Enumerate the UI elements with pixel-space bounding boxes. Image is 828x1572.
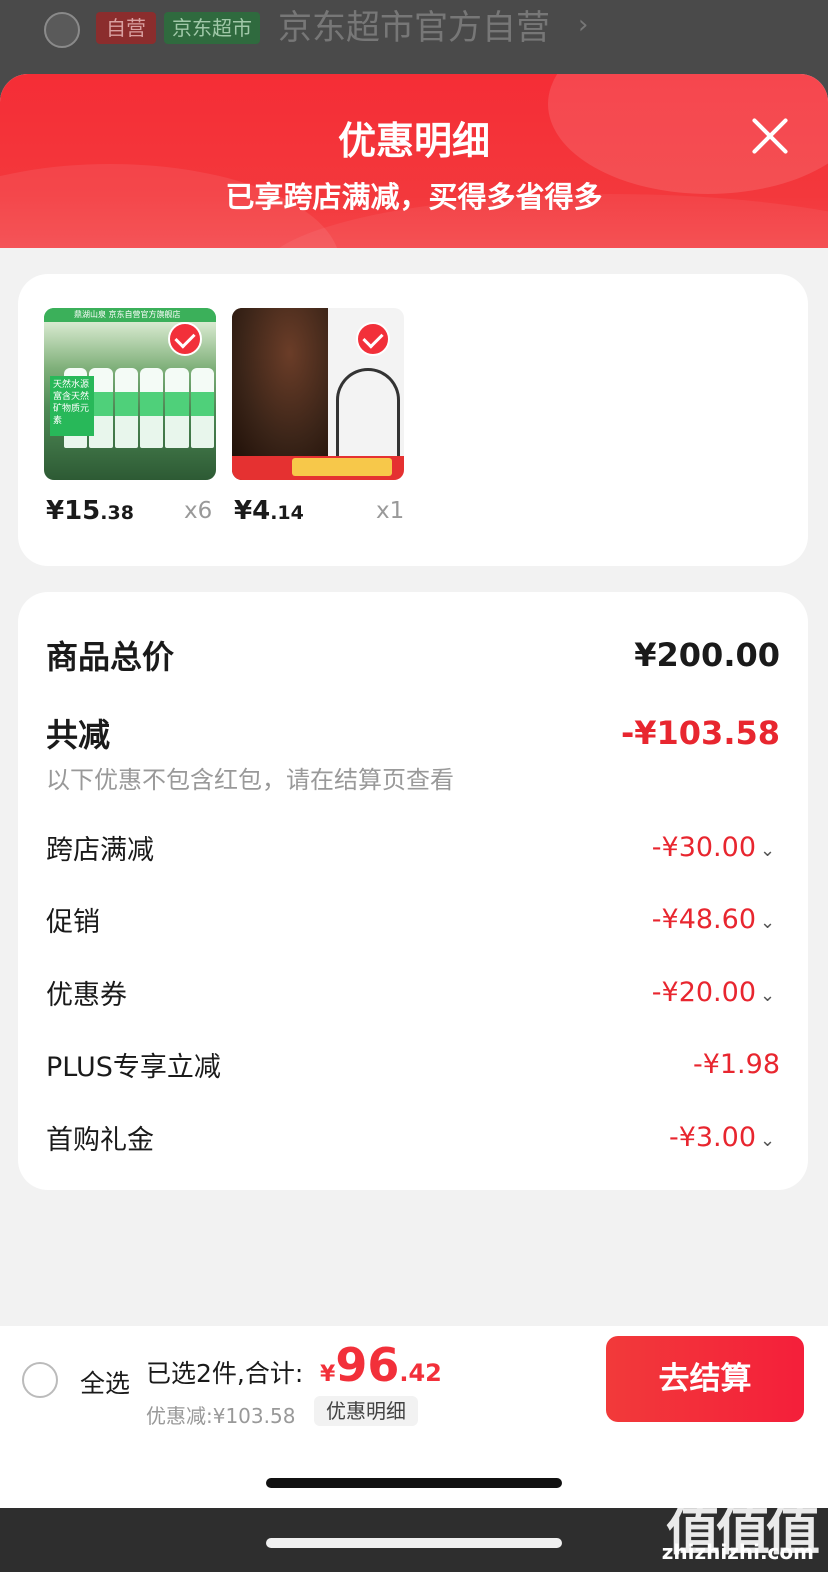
headband-graphic <box>336 368 400 468</box>
select-all-radio[interactable] <box>22 1362 58 1398</box>
discount-note: 以下优惠不包含红包，请在结算页查看 <box>46 766 454 794</box>
chevron-down-icon: ⌄ <box>760 840 776 861</box>
discount-value: -¥48.60 <box>651 904 756 935</box>
discount-label: PLUS专享立减 <box>46 1052 221 1083</box>
watermark-url: zhizhizhi.com <box>661 1540 814 1564</box>
product-banner: 鼎湖山泉 京东自营官方旗舰店 <box>44 308 216 322</box>
product-label: 天然水源 富含天然 矿物质元素 <box>50 376 94 436</box>
total-price-label: 商品总价 <box>46 638 175 676</box>
products-card: 鼎湖山泉 京东自营官方旗舰店 天然水源 富含天然 矿物质元素 ¥15.38 x6… <box>18 274 808 566</box>
price-detail-card: 商品总价 ¥200.00 共减 -¥103.58 以下优惠不包含红包，请在结算页… <box>18 592 808 1190</box>
chevron-down-icon: ⌄ <box>760 1130 776 1151</box>
supermarket-tag: 京东超市 <box>164 12 260 44</box>
total-reduction-row: 共减 -¥103.58 <box>46 710 780 756</box>
total-reduction-label: 共减 <box>46 716 111 754</box>
product-image-water[interactable]: 鼎湖山泉 京东自营官方旗舰店 天然水源 富含天然 矿物质元素 <box>44 308 216 480</box>
home-indicator[interactable] <box>266 1538 562 1548</box>
promo-strip-highlight <box>292 458 392 476</box>
discount-label: 跨店满减 <box>46 835 154 866</box>
total-reduction-value: -¥103.58 <box>620 714 780 752</box>
sheet-subtitle: 已享跨店满减，买得多省得多 <box>225 180 603 214</box>
checkout-bar: 全选 已选2件,合计: ¥96.42 优惠减:¥103.58 优惠明细 去结算 <box>0 1326 828 1432</box>
checkout-button[interactable]: 去结算 <box>606 1336 804 1422</box>
store-select-radio[interactable] <box>44 12 80 48</box>
product-quantity: x1 <box>376 498 405 524</box>
discount-value: -¥1.98 <box>692 1049 780 1080</box>
total-price-row: 商品总价 ¥200.00 <box>46 632 780 678</box>
selected-summary: 已选2件,合计: <box>146 1359 304 1388</box>
close-icon[interactable] <box>748 114 792 158</box>
check-icon[interactable] <box>168 322 202 356</box>
chevron-down-icon: ⌄ <box>760 985 776 1006</box>
discount-row-first-purchase[interactable]: 首购礼金 -¥3.00 ⌄ <box>46 1118 780 1157</box>
home-indicator[interactable] <box>266 1478 562 1488</box>
store-name[interactable]: 京东超市官方自营 <box>278 6 550 50</box>
discount-label: 优惠券 <box>46 980 127 1011</box>
discount-row-coupon[interactable]: 优惠券 -¥20.00 ⌄ <box>46 973 780 1012</box>
hair-graphic <box>232 308 328 458</box>
discount-detail-button[interactable]: 优惠明细 <box>314 1396 418 1426</box>
discount-label: 促销 <box>46 907 100 938</box>
self-operated-tag: 自营 <box>96 12 156 44</box>
product-image-headband[interactable] <box>232 308 404 480</box>
saved-amount: 优惠减:¥103.58 <box>146 1404 296 1428</box>
sheet-title: 优惠明细 <box>337 119 490 163</box>
discount-value: -¥30.00 <box>651 832 756 863</box>
discount-detail-sheet: 优惠明细 已享跨店满减，买得多省得多 鼎湖山泉 京东自营官方旗舰店 天然水源 富… <box>0 74 828 1330</box>
chevron-right-icon: › <box>578 10 589 40</box>
select-all-label[interactable]: 全选 <box>80 1364 130 1400</box>
discount-row-promotion[interactable]: 促销 -¥48.60 ⌄ <box>46 900 780 939</box>
discount-value: -¥20.00 <box>651 977 756 1008</box>
checkout-total: ¥96.42 <box>320 1338 442 1392</box>
product-price: ¥15.38 <box>46 496 134 526</box>
product-price: ¥4.14 <box>234 496 304 526</box>
discount-row-cross-store[interactable]: 跨店满减 -¥30.00 ⌄ <box>46 828 780 867</box>
total-price-value: ¥200.00 <box>634 636 780 674</box>
product-quantity: x6 <box>184 498 213 524</box>
discount-row-plus: PLUS专享立减 -¥1.98 <box>46 1045 780 1084</box>
discount-value: -¥3.00 <box>668 1122 756 1153</box>
check-icon[interactable] <box>356 322 390 356</box>
chevron-down-icon: ⌄ <box>760 912 776 933</box>
discount-label: 首购礼金 <box>46 1125 154 1156</box>
sheet-header: 优惠明细 已享跨店满减，买得多省得多 <box>0 74 828 248</box>
